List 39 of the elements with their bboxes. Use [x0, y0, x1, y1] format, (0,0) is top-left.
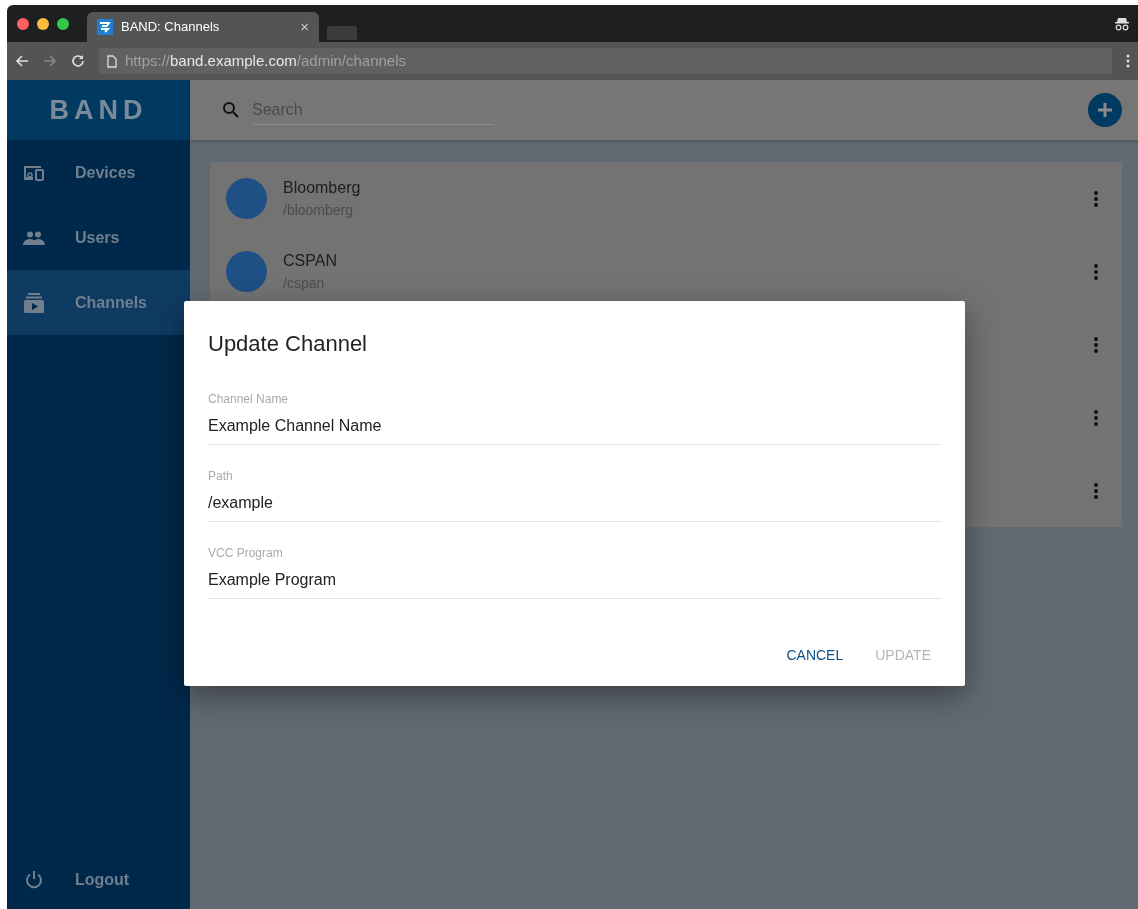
stack-icon	[23, 292, 45, 313]
more-icon[interactable]	[1126, 54, 1130, 68]
forward-icon[interactable]	[43, 54, 57, 68]
tab-title: BAND: Channels	[121, 18, 221, 37]
incognito-icon	[1114, 16, 1130, 31]
url-text: https://band.example.com/admin/channels	[125, 51, 406, 69]
users-icon	[23, 230, 45, 245]
channel-name: CSPAN	[283, 251, 337, 271]
close-window-button[interactable]	[17, 17, 29, 30]
zoom-window-button[interactable]	[57, 17, 69, 30]
sidebar-item[interactable]: Devices	[7, 140, 190, 205]
text-field[interactable]: Example Program	[208, 562, 941, 599]
field-label: Channel Name	[208, 391, 290, 408]
search-icon	[222, 101, 240, 119]
dialog-title: Update Channel	[208, 330, 368, 358]
browser-tab[interactable]: BAND: Channels ×	[87, 12, 319, 42]
page-icon	[107, 54, 117, 68]
back-icon[interactable]	[15, 54, 29, 68]
text-field[interactable]: /example	[208, 485, 941, 522]
plus-icon	[1096, 101, 1114, 119]
minimize-window-button[interactable]	[37, 17, 49, 30]
logo: BAND	[49, 93, 148, 127]
devices-icon	[23, 164, 45, 181]
channel-logo-placeholder	[226, 251, 267, 292]
address-bar[interactable]: https://band.example.com/admin/channels	[99, 48, 1112, 74]
sidebar-item[interactable]: Users	[7, 205, 190, 270]
add-button[interactable]	[1088, 93, 1122, 127]
channel-logo-placeholder	[226, 178, 267, 219]
reload-icon[interactable]	[71, 54, 85, 68]
field-label: Path	[208, 468, 234, 485]
channel-name: Bloomberg	[283, 178, 361, 198]
dialog-button[interactable]: CANCEL	[776, 639, 854, 672]
sidebar-item[interactable]: Channels	[7, 270, 190, 335]
text-field[interactable]: Example Channel Name	[208, 408, 941, 445]
close-tab-button[interactable]: ×	[300, 15, 309, 39]
field-label: VCC Program	[208, 545, 284, 562]
power-icon	[23, 870, 45, 890]
logo-icon	[97, 19, 113, 35]
logout-link[interactable]: Logout	[7, 851, 190, 909]
